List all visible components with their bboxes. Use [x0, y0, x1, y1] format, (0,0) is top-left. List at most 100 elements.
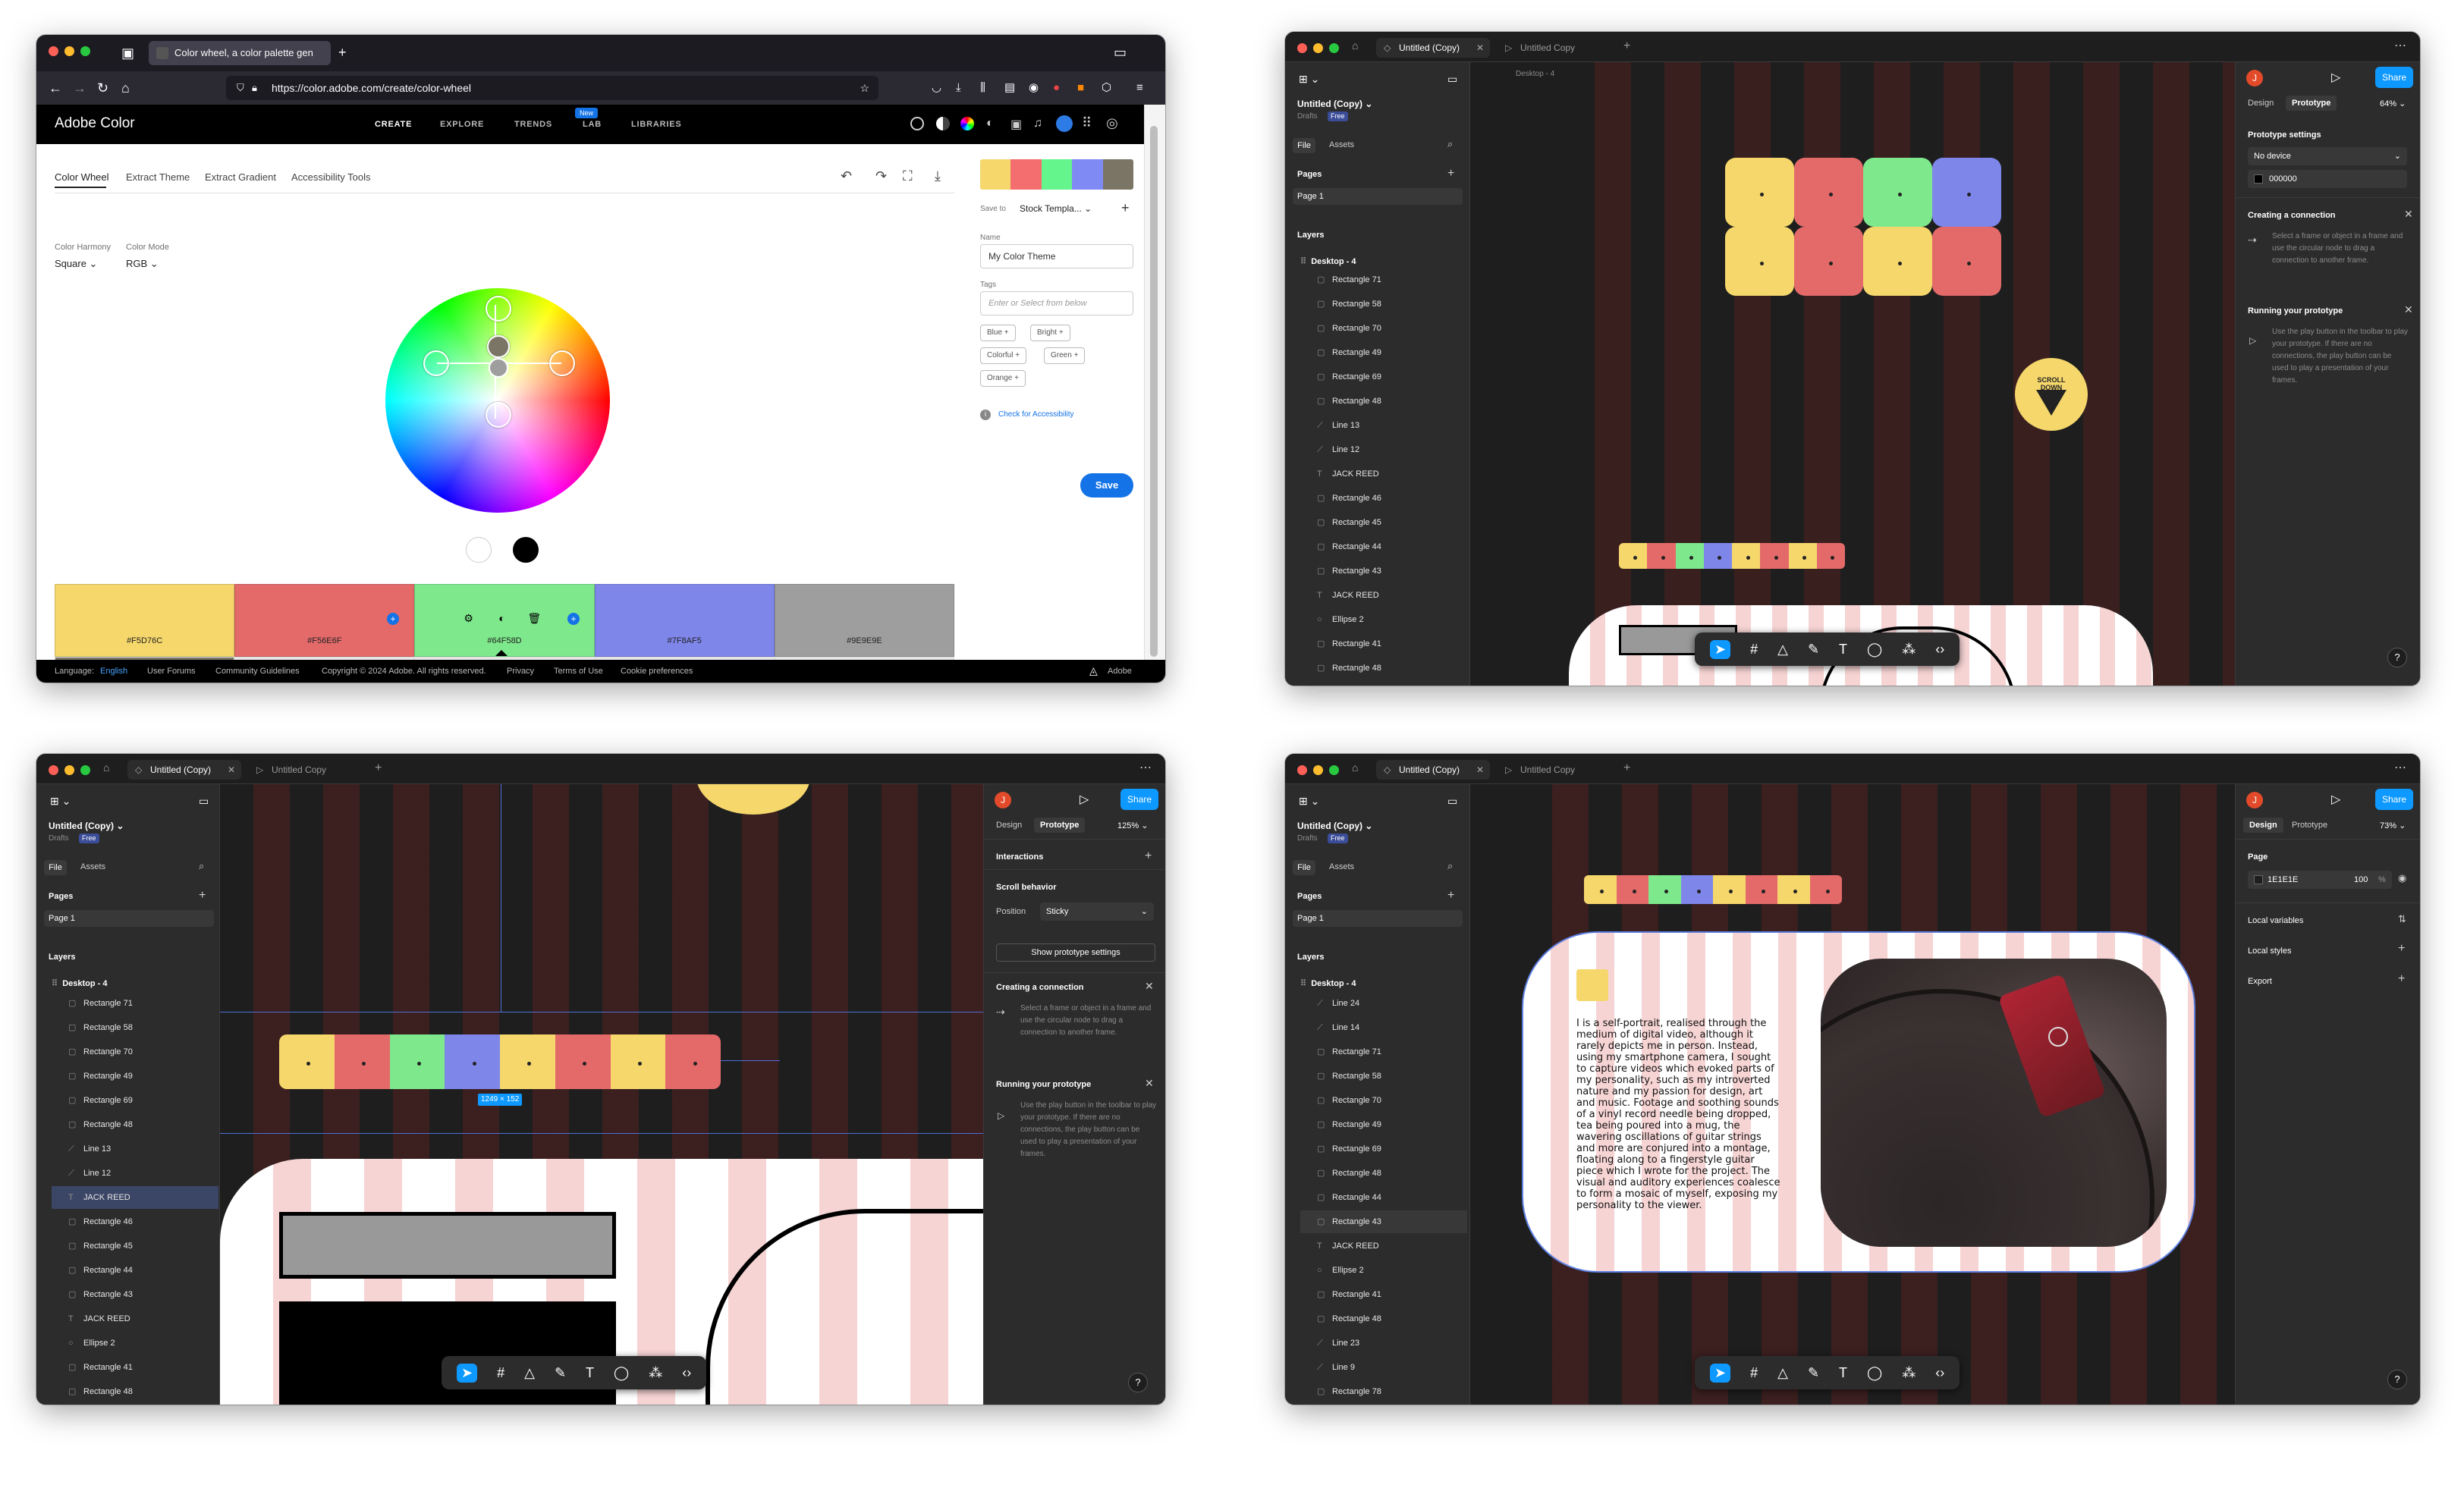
move-tool-icon[interactable]: ➤: [1710, 639, 1731, 659]
contrast-icon[interactable]: ◐: [498, 612, 504, 624]
extensions-icon[interactable]: ⬡: [1102, 80, 1111, 96]
variables-settings-icon[interactable]: ⇅: [2398, 913, 2406, 925]
pocket-icon[interactable]: ◡: [932, 80, 941, 96]
home-icon[interactable]: ⌂: [103, 761, 109, 774]
footer-user-forums[interactable]: User Forums: [147, 667, 196, 676]
add-swatch-right-icon[interactable]: +: [567, 613, 580, 625]
url-bar[interactable]: ⛉ 🔒︎ https://color.adobe.com/create/colo…: [226, 76, 878, 100]
swatch-1[interactable]: #F5D76C: [55, 584, 235, 657]
layer-item[interactable]: ▢ Rectangle 58: [1300, 293, 1467, 315]
wheel-handle-left[interactable]: [423, 350, 449, 376]
frame-tool-icon[interactable]: #: [1750, 1365, 1758, 1381]
layer-item[interactable]: T JACK REED: [52, 1186, 218, 1209]
toggle-sidebar-icon[interactable]: ▭: [1447, 73, 1457, 86]
shape-tool-icon[interactable]: △: [1777, 642, 1788, 658]
window-menu-icon[interactable]: ▭: [1114, 45, 1127, 60]
dev-mode-icon[interactable]: ‹›: [1935, 642, 1944, 658]
swatch-5[interactable]: #9E9E9E: [774, 584, 955, 657]
mode-select[interactable]: RGB ⌄: [126, 258, 159, 270]
visibility-eye-icon[interactable]: ◉: [2398, 872, 2406, 884]
layer-item[interactable]: ⟋ Line 13: [1300, 414, 1467, 437]
present-icon[interactable]: ▷: [2331, 792, 2340, 807]
layer-item[interactable]: ⟋ Line 14: [1300, 1016, 1467, 1039]
figma-menu-icon[interactable]: ⊞ ⌄: [50, 795, 71, 808]
forward-icon[interactable]: →: [73, 80, 86, 96]
layer-item[interactable]: ▢ Rectangle 70: [52, 1041, 218, 1063]
design-tab[interactable]: Design: [2248, 99, 2274, 108]
text-tool-icon[interactable]: T: [586, 1365, 594, 1381]
share-button[interactable]: Share: [2375, 789, 2413, 810]
extension-red-icon[interactable]: ●: [1053, 80, 1060, 96]
help-button[interactable]: ?: [2387, 648, 2407, 667]
prototype-tab[interactable]: Prototype: [1034, 818, 1086, 833]
tab-extract-theme[interactable]: Extract Theme: [126, 171, 190, 183]
close-tab-icon[interactable]: ✕: [1476, 38, 1484, 58]
layer-item[interactable]: ▢ Rectangle 70: [1300, 317, 1467, 340]
avatar[interactable]: J: [2246, 70, 2263, 86]
add-page-icon[interactable]: +: [199, 889, 206, 903]
tag-blue[interactable]: Blue +: [980, 325, 1016, 341]
page-item-1[interactable]: Page 1: [44, 910, 214, 927]
wheel-handle-base[interactable]: [487, 335, 510, 358]
add-export-icon[interactable]: +: [2398, 972, 2405, 986]
file-name[interactable]: Untitled (Copy) ⌄: [49, 821, 124, 831]
nav-lab[interactable]: LAB: [583, 120, 602, 129]
tab-accessibility-tools[interactable]: Accessibility Tools: [291, 171, 371, 183]
wheel-handle-bottom[interactable]: [486, 402, 511, 428]
dev-mode-icon[interactable]: ‹›: [682, 1365, 691, 1381]
new-tab-icon[interactable]: +: [1623, 761, 1630, 775]
reload-icon[interactable]: ↻: [97, 80, 108, 96]
close-icon[interactable]: ✕: [1145, 980, 1154, 993]
help-button[interactable]: ?: [2387, 1370, 2407, 1389]
minimize-window-button[interactable]: [1313, 765, 1323, 775]
layer-item[interactable]: ⟋ Line 23: [1300, 1332, 1467, 1355]
search-icon[interactable]: ⌕: [199, 860, 204, 872]
undo-icon[interactable]: ↶: [841, 168, 852, 184]
layer-item[interactable]: ▢ Rectangle 69: [1300, 1138, 1467, 1160]
shape-tool-icon[interactable]: △: [524, 1365, 535, 1381]
bookmark-star-icon[interactable]: ☆: [860, 76, 869, 100]
close-icon[interactable]: ✕: [2404, 208, 2413, 221]
file-tab[interactable]: File: [44, 860, 67, 875]
layer-item[interactable]: ▢ Rectangle 58: [1300, 1065, 1467, 1088]
layer-item[interactable]: ▢ Rectangle 44: [52, 1259, 218, 1282]
background-color-field[interactable]: 000000: [2248, 170, 2407, 188]
frame-tool-icon[interactable]: #: [1750, 642, 1758, 658]
zoom-level[interactable]: 73% ⌄: [2380, 821, 2406, 830]
layer-item[interactable]: ▢ Rectangle 45: [52, 1235, 218, 1257]
layer-item[interactable]: ⟋ Line 13: [52, 1138, 218, 1160]
tag-green[interactable]: Green +: [1044, 347, 1086, 364]
library-icon[interactable]: ⫼: [980, 80, 985, 96]
black-point-button[interactable]: [513, 537, 539, 563]
menu-icon[interactable]: ≡: [1136, 80, 1143, 96]
layer-item[interactable]: ▢ Rectangle 41: [52, 1356, 218, 1379]
zoom-level[interactable]: 64% ⌄: [2380, 99, 2406, 108]
components-tool-icon[interactable]: ⁂: [649, 1365, 662, 1381]
download-icon[interactable]: ⤓: [935, 168, 941, 184]
back-icon[interactable]: ←: [49, 80, 62, 96]
layer-item[interactable]: ▢ Rectangle 58: [52, 1016, 218, 1039]
assets-tab[interactable]: Assets: [80, 862, 105, 871]
more-icon[interactable]: ⋯: [2394, 38, 2406, 53]
pen-tool-icon[interactable]: ✎: [1808, 1365, 1819, 1381]
figma-menu-icon[interactable]: ⊞ ⌄: [1299, 795, 1319, 808]
tab-extract-gradient[interactable]: Extract Gradient: [205, 171, 276, 183]
layer-item[interactable]: ○ Ellipse 2: [1300, 1259, 1467, 1282]
device-select[interactable]: No device ⌄: [2248, 147, 2407, 165]
tab-untitled-copy-active[interactable]: ◇ Untitled (Copy) ✕: [1376, 38, 1490, 58]
present-icon[interactable]: ▷: [1080, 792, 1089, 807]
layer-item[interactable]: ○ Ellipse 2: [52, 1332, 218, 1355]
tab-untitled-copy-active[interactable]: ◇ Untitled (Copy) ✕: [127, 760, 241, 780]
canvas[interactable]: Desktop - 4 SCROLL DOWN: [1470, 62, 2235, 686]
frame-tool-icon[interactable]: #: [497, 1365, 504, 1381]
toggle-sidebar-icon[interactable]: ▭: [1447, 795, 1457, 808]
close-tab-icon[interactable]: ✕: [1476, 760, 1484, 780]
footer-terms[interactable]: Terms of Use: [554, 667, 603, 676]
tab-untitled-copy-active[interactable]: ◇ Untitled (Copy) ✕: [1376, 760, 1490, 780]
layer-item[interactable]: ▢ Rectangle 41: [1300, 633, 1467, 655]
tag-colorful[interactable]: Colorful +: [980, 347, 1027, 364]
layer-item[interactable]: ○ Ellipse 2: [1300, 608, 1467, 631]
contrast-icon[interactable]: [936, 117, 950, 130]
apps-grid-icon[interactable]: ⠿: [1082, 115, 1092, 131]
page-color-field[interactable]: 1E1E1E 100 %: [2248, 871, 2392, 889]
